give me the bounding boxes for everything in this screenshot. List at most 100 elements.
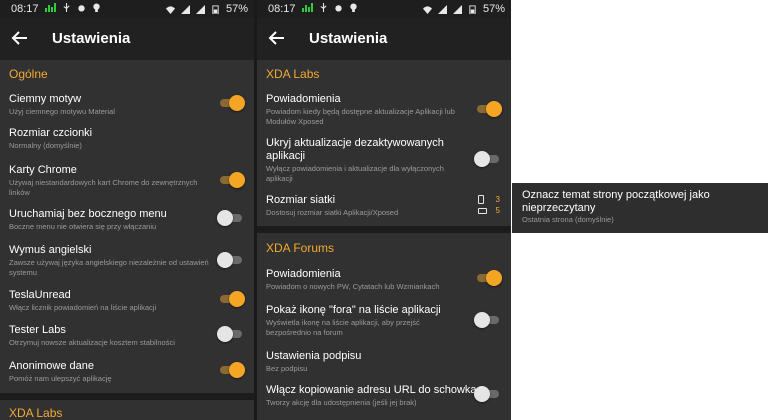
- setting-title: Uruchamiaj bez bocznego menu: [9, 208, 167, 220]
- setting-title: Rozmiar czcionki: [9, 127, 93, 139]
- setting-signature[interactable]: Ustawienia podpisu Bez podpisu: [266, 350, 502, 374]
- setting-title: Tester Labs: [9, 324, 66, 336]
- hide-disabled-updates-toggle[interactable]: [474, 151, 502, 167]
- setting-font-size[interactable]: Rozmiar czcionki Normalny (domyślnie): [9, 127, 245, 151]
- setting-subtitle: Włącz licznik powiadomień na liście apli…: [9, 303, 157, 312]
- setting-dark-theme[interactable]: Ciemny motyw Użyj ciemnego motywu Materi…: [9, 93, 245, 117]
- section-header-xda-labs: XDA Labs: [9, 406, 63, 420]
- page-title: Ustawienia: [309, 30, 388, 47]
- setting-title: Włącz kopiowanie adresu URL do schowka: [266, 384, 477, 396]
- signal-icon: [180, 4, 190, 14]
- setting-subtitle: Boczne menu nie otwiera się przy włączan…: [9, 222, 157, 231]
- battery-percent: 57%: [482, 3, 505, 15]
- usb-icon: [63, 3, 70, 12]
- bomb-icon: [78, 5, 85, 12]
- section-header-general: Ogólne: [9, 67, 48, 81]
- setting-anonymous-data[interactable]: Anonimowe dane Pomóż nam ulepszyć aplika…: [9, 360, 245, 384]
- setting-subtitle: Zawsze używaj języka angielskiego niezal…: [9, 258, 209, 277]
- usb-icon: [320, 3, 327, 12]
- signal-icon: [437, 4, 447, 14]
- battery-icon: [469, 4, 476, 14]
- setting-title: Powiadomienia: [266, 268, 341, 280]
- setting-teslaunread[interactable]: TeslaUnread Włącz licznik powiadomień na…: [9, 289, 245, 313]
- setting-chrome-tabs[interactable]: Karty Chrome Używaj niestandardowych kar…: [9, 164, 245, 197]
- section-header-xda-forums: XDA Forums: [266, 241, 335, 255]
- force-english-toggle[interactable]: [217, 252, 245, 268]
- setting-title: Ukryj aktualizacje dezaktywowanych aplik…: [266, 137, 444, 162]
- setting-subtitle: Dostosuj rozmiar siatki Aplikacji/Xposed: [266, 208, 399, 217]
- setting-hide-disabled-updates[interactable]: Ukryj aktualizacje dezaktywowanych aplik…: [266, 137, 502, 183]
- anonymous-data-toggle[interactable]: [217, 362, 245, 378]
- setting-mark-unread[interactable]: Oznacz temat strony początkowej jako nie…: [512, 183, 768, 233]
- setting-title: Oznacz temat strony początkowej jako nie…: [522, 189, 710, 214]
- setting-force-english[interactable]: Wymuś angielski Zawsze używaj języka ang…: [9, 244, 245, 277]
- setting-grid-size[interactable]: Rozmiar siatki Dostosuj rozmiar siatki A…: [266, 194, 502, 218]
- setting-title: Wymuś angielski: [9, 244, 92, 256]
- app-bar: Ustawienia: [257, 18, 511, 60]
- signal-icon: [452, 4, 462, 14]
- setting-subtitle: Pomóż nam ulepszyć aplikację: [9, 374, 112, 383]
- battery-percent: 57%: [225, 3, 248, 15]
- settings-screen-left: 08:17 57% Ustawienia Ogólne Ciemny motyw…: [0, 0, 254, 420]
- back-arrow-icon[interactable]: [267, 28, 287, 48]
- setting-subtitle: Wyłącz powiadomienia i aktualizacje dla …: [266, 164, 444, 183]
- grid-landscape-value: 5: [495, 206, 500, 215]
- wifi-icon: [422, 5, 432, 14]
- phone-landscape-icon: [478, 207, 487, 214]
- section-header-xda-labs: XDA Labs: [266, 67, 320, 81]
- setting-tester-labs[interactable]: Tester Labs Otrzymuj nowsze aktualizacje…: [9, 324, 245, 348]
- no-drawer-toggle[interactable]: [217, 210, 245, 226]
- section-divider: [257, 226, 511, 233]
- setting-subtitle: Tworzy akcję dla udostępnienia (jeśli je…: [266, 398, 417, 407]
- status-bar: 08:17 57%: [257, 0, 511, 18]
- tester-labs-toggle[interactable]: [217, 326, 245, 342]
- status-time: 08:17: [268, 3, 296, 15]
- setting-title: Powiadomienia: [266, 93, 341, 105]
- setting-title: Ciemny motyw: [9, 93, 82, 105]
- copy-url-toggle[interactable]: [474, 386, 502, 402]
- chrome-tabs-toggle[interactable]: [217, 172, 245, 188]
- equalizer-icon: [302, 3, 313, 12]
- setting-title: Karty Chrome: [9, 164, 77, 176]
- setting-subtitle: Użyj ciemnego motywu Material: [9, 107, 115, 116]
- setting-title: Pokaż ikonę "fora" na liście aplikacji: [266, 304, 441, 316]
- status-bar: 08:17 57%: [0, 0, 254, 18]
- setting-subtitle: Powiadom o nowych PW, Cytatach lub Wzmia…: [266, 282, 440, 291]
- teslaunread-toggle[interactable]: [217, 291, 245, 307]
- grid-size-values: 3 5: [478, 194, 500, 216]
- setting-forums-notifications[interactable]: Powiadomienia Powiadom o nowych PW, Cyta…: [266, 268, 502, 292]
- bomb-icon: [335, 5, 342, 12]
- dark-theme-toggle[interactable]: [217, 95, 245, 111]
- setting-copy-url[interactable]: Włącz kopiowanie adresu URL do schowka T…: [266, 384, 502, 408]
- app-bar: Ustawienia: [0, 18, 254, 60]
- signal-icon: [195, 4, 205, 14]
- setting-title: Ustawienia podpisu: [266, 350, 362, 362]
- setting-subtitle: Powiadom kiedy będą dostępne aktualizacj…: [266, 107, 455, 126]
- setting-subtitle: Normalny (domyślnie): [9, 141, 82, 150]
- grid-portrait-value: 3: [495, 195, 500, 204]
- battery-icon: [212, 4, 219, 14]
- setting-subtitle: Ostatnia strona (domyślnie): [522, 215, 614, 224]
- setting-title: TeslaUnread: [9, 289, 71, 301]
- setting-subtitle: Wyświetla ikonę na liście aplikacji, aby…: [266, 318, 420, 337]
- setting-subtitle: Otrzymuj nowsze aktualizacje kosztem sta…: [9, 338, 175, 347]
- settings-screen-right: 08:17 57% Ustawienia XDA Labs Powiadomie…: [257, 0, 511, 420]
- page-title: Ustawienia: [52, 30, 131, 47]
- setting-title: Anonimowe dane: [9, 360, 95, 372]
- forums-notifications-toggle[interactable]: [474, 270, 502, 286]
- labs-notifications-toggle[interactable]: [474, 101, 502, 117]
- phone-portrait-icon: [478, 195, 484, 204]
- equalizer-icon: [45, 3, 56, 12]
- setting-no-drawer[interactable]: Uruchamiaj bez bocznego menu Boczne menu…: [9, 208, 245, 232]
- setting-labs-notifications[interactable]: Powiadomienia Powiadom kiedy będą dostęp…: [266, 93, 502, 126]
- setting-title: Rozmiar siatki: [266, 194, 336, 206]
- back-arrow-icon[interactable]: [10, 28, 30, 48]
- lightbulb-icon: [93, 3, 100, 12]
- show-forum-icon-toggle[interactable]: [474, 312, 502, 328]
- setting-show-forum-icon[interactable]: Pokaż ikonę "fora" na liście aplikacji W…: [266, 304, 502, 337]
- lightbulb-icon: [350, 3, 357, 12]
- wifi-icon: [165, 5, 175, 14]
- status-time: 08:17: [11, 3, 39, 15]
- section-divider: [0, 393, 254, 400]
- setting-subtitle: Używaj niestandardowych kart Chrome do z…: [9, 178, 198, 197]
